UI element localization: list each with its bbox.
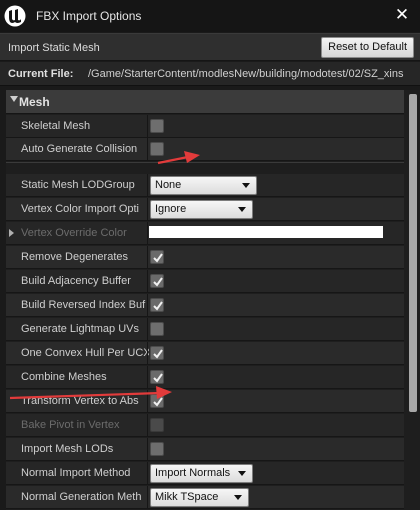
annotation-arrow-icon — [9, 386, 172, 400]
annotation-arrows — [9, 151, 200, 400]
annotation-arrow-icon — [157, 151, 200, 165]
